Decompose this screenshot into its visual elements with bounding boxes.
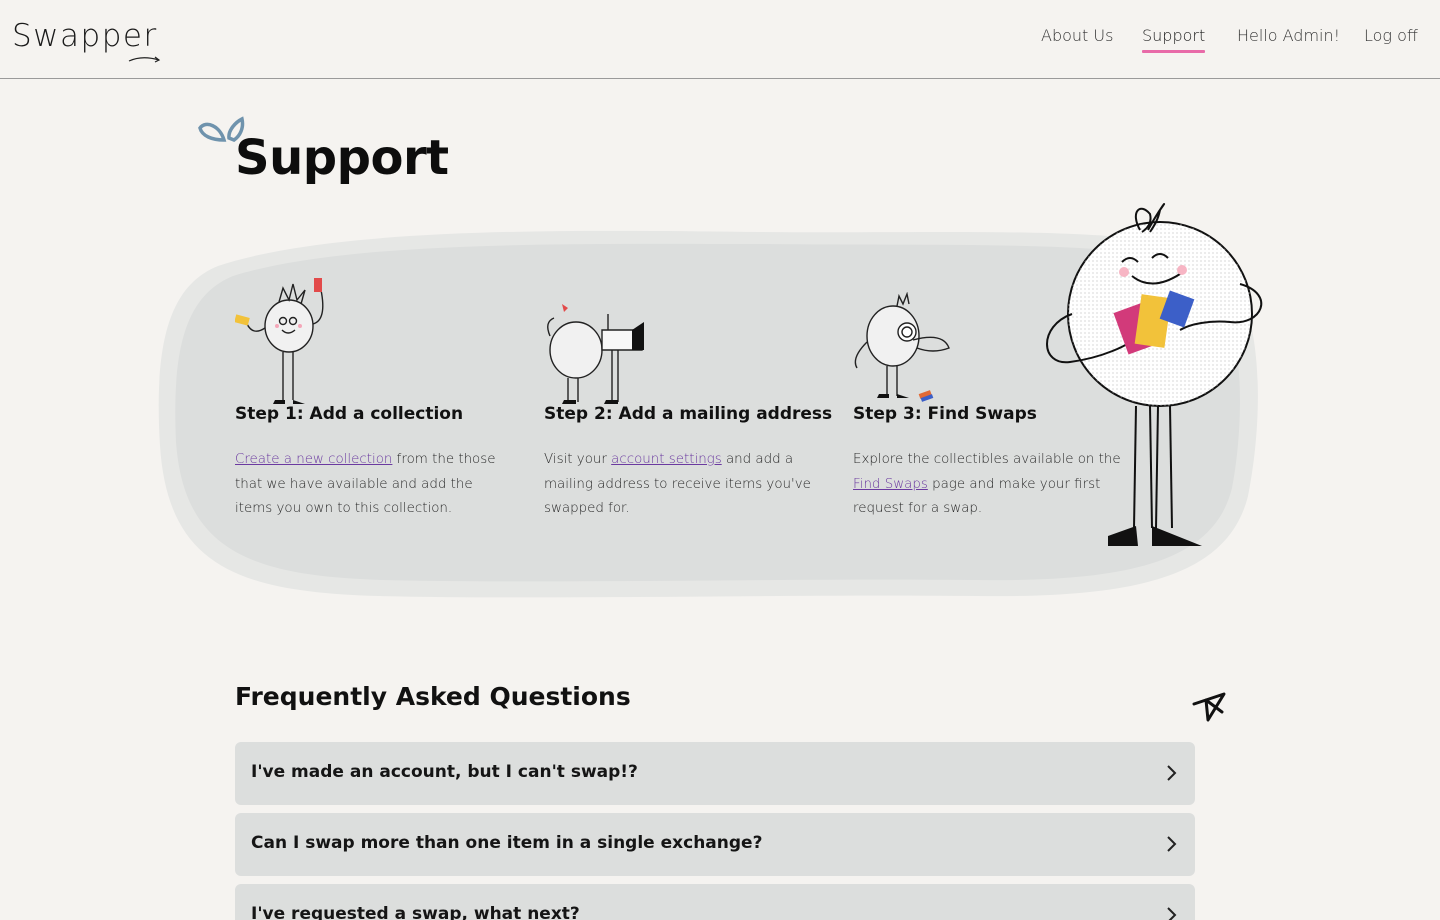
step-2-text: Visit your account settings and add a ma… (544, 452, 811, 516)
nav-log-off[interactable]: Log off (1364, 26, 1418, 45)
step-3-title: Step 3: Find Swaps (853, 404, 1037, 424)
chevron-right-icon (1167, 907, 1177, 920)
chevron-right-icon (1167, 836, 1177, 852)
step-1-illustration (235, 278, 324, 404)
find-swaps-link[interactable]: Find Swaps (853, 477, 928, 492)
swoosh-icon (128, 56, 161, 63)
faq-item[interactable]: I've requested a swap, what next? (235, 884, 1195, 920)
page-title: Support (235, 130, 449, 186)
active-underline (1142, 50, 1206, 53)
nav-hello-admin[interactable]: Hello Admin! (1237, 26, 1340, 45)
faq-item[interactable]: I've made an account, but I can't swap!? (235, 742, 1195, 805)
faq-title: Frequently Asked Questions (235, 682, 631, 711)
logo[interactable]: Swapper (12, 18, 158, 54)
nav-about-us[interactable]: About Us (1041, 26, 1113, 45)
mascot-illustration (1046, 203, 1263, 546)
create-collection-link[interactable]: Create a new collection (235, 452, 392, 467)
account-settings-link[interactable]: account settings (611, 452, 722, 467)
chevron-right-icon (1167, 765, 1177, 781)
step-2-title: Step 2: Add a mailing address (544, 404, 833, 424)
step-1-title: Step 1: Add a collection (235, 404, 464, 424)
faq-question: I've requested a swap, what next? (251, 904, 580, 920)
step-1-text: Create a new collection from the those t… (235, 452, 496, 516)
star-icon (1192, 692, 1226, 722)
nav-support[interactable]: Support (1142, 26, 1206, 53)
faq-question: Can I swap more than one item in a singl… (251, 833, 763, 853)
faq-question: I've made an account, but I can't swap!? (251, 762, 638, 782)
faq-item[interactable]: Can I swap more than one item in a singl… (235, 813, 1195, 876)
site-header: Swapper About Us Support Hello Admin! Lo… (0, 0, 1440, 79)
